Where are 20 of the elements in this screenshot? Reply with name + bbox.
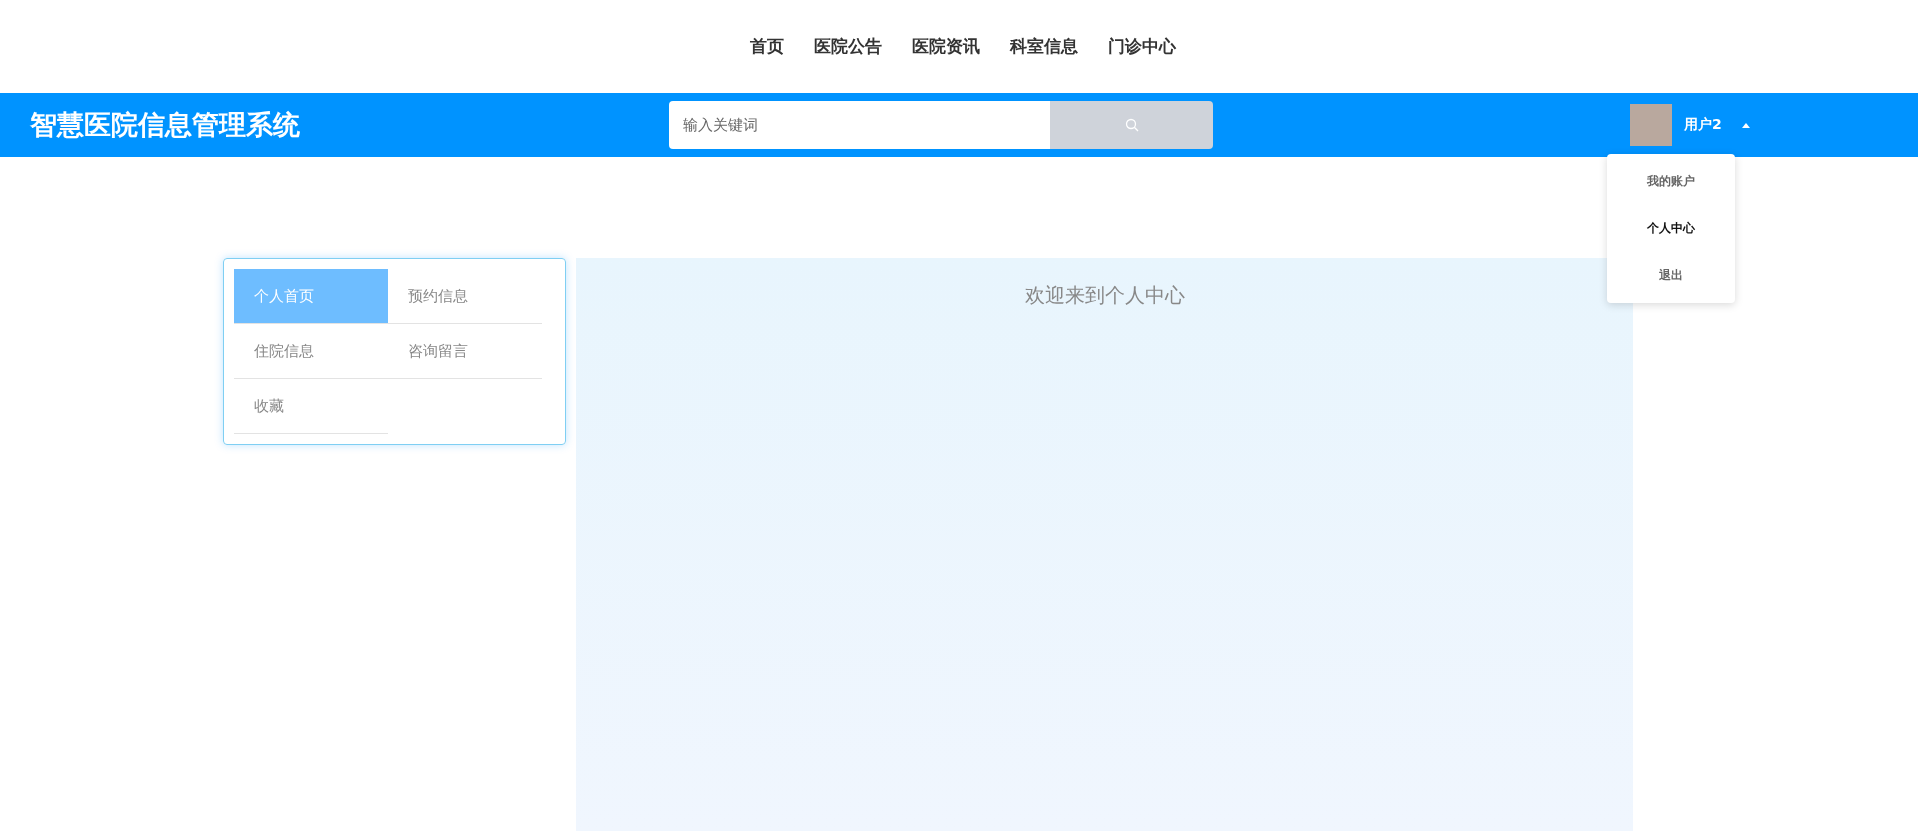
side-menu-item[interactable]: 预约信息 [388, 269, 542, 324]
search-field[interactable]: 输入关键词 [669, 101, 1050, 149]
dropdown-item[interactable]: 退出 [1607, 252, 1735, 299]
nav-link[interactable]: 科室信息 [1010, 35, 1078, 58]
side-menu-item[interactable]: 住院信息 [234, 324, 388, 379]
nav-link[interactable]: 医院资讯 [912, 35, 980, 58]
nav-link[interactable]: 医院公告 [814, 35, 882, 58]
nav-link[interactable]: 首页 [750, 35, 784, 58]
side-menu-item[interactable]: 咨询留言 [388, 324, 542, 379]
nav-link[interactable]: 门诊中心 [1108, 35, 1176, 58]
dropdown-item[interactable]: 个人中心 [1607, 205, 1735, 252]
dropdown-item[interactable]: 我的账户 [1607, 158, 1735, 205]
avatar-photo-placeholder[interactable] [1630, 104, 1672, 146]
search-button[interactable] [1050, 101, 1213, 149]
side-menu-item[interactable]: 收藏 [234, 379, 388, 434]
welcome-heading: 欢迎来到个人中心 [1024, 282, 1185, 309]
search-icon [1124, 118, 1139, 132]
site-title: 智慧医院信息管理系统 [30, 108, 301, 142]
caret-up-icon[interactable] [1741, 122, 1750, 128]
user-name[interactable]: 用户2 [1684, 116, 1722, 134]
